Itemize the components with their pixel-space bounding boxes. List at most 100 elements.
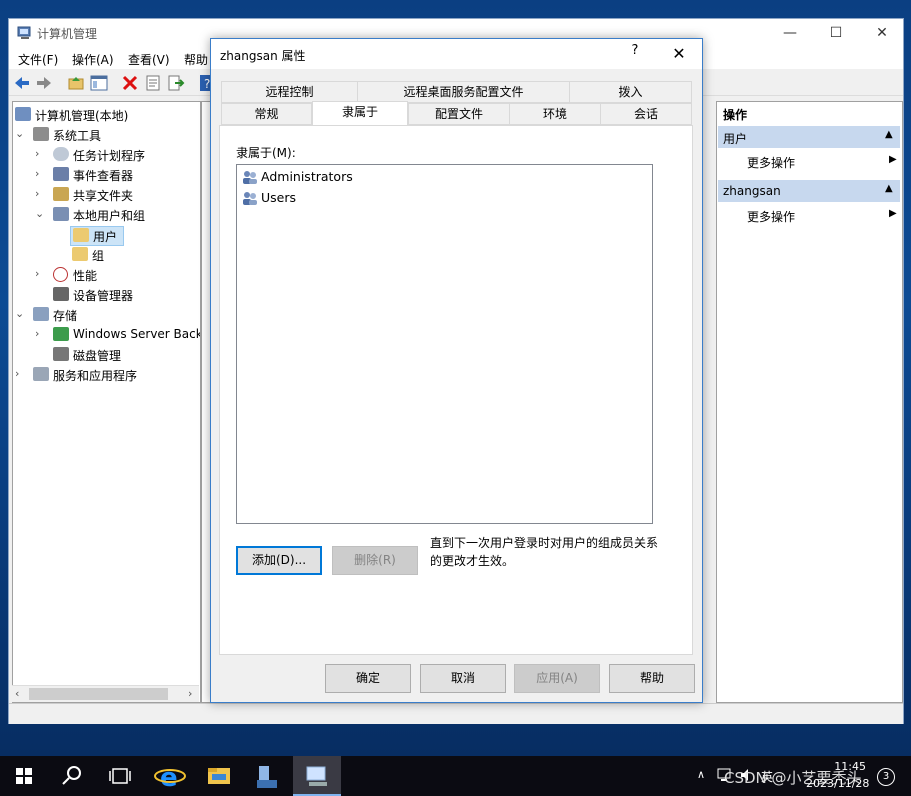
action-group-zhangsan[interactable]: zhangsan ▲ (718, 180, 900, 202)
tab-dial-in[interactable]: 拨入 (569, 81, 692, 103)
actions-header-label: 操作 (723, 108, 748, 122)
tree-label: 本地用户和组 (73, 209, 146, 223)
tree-label: 组 (92, 249, 105, 263)
action-group-users[interactable]: 用户 ▲ (718, 126, 900, 148)
tree-node-shared-folders[interactable]: › 共享文件夹 (35, 186, 200, 204)
clock[interactable]: 11:45 2023/11/28 (806, 758, 869, 792)
device-manager-icon (53, 287, 69, 301)
menu-view[interactable]: 查看(V) (128, 51, 170, 68)
tree-node-performance[interactable]: › 性能 (35, 266, 200, 284)
tree-node-event-viewer[interactable]: › 事件查看器 (35, 166, 200, 184)
svg-text:e: e (160, 763, 178, 793)
up-folder-icon[interactable] (67, 74, 85, 92)
task-view-icon[interactable] (96, 756, 144, 796)
expand-chevron-icon[interactable]: › (35, 147, 47, 160)
computer-management-taskbar-icon[interactable] (293, 756, 341, 796)
close-icon[interactable]: ✕ (664, 41, 694, 67)
event-viewer-icon (53, 167, 69, 181)
scrollbar-thumb[interactable] (29, 688, 168, 700)
collapse-chevron-icon[interactable]: ⌄ (35, 207, 47, 220)
tree-node-task-scheduler[interactable]: › 任务计划程序 (35, 146, 200, 164)
membership-note: 直到下一次用户登录时对用户的组成员关系的更改才生效。 (430, 536, 659, 568)
close-button[interactable]: ✕ (859, 19, 905, 47)
tree-node-users[interactable]: 用户 (70, 226, 124, 246)
member-name: Users (261, 190, 297, 205)
tree-label: 存储 (53, 309, 78, 323)
scroll-left-icon[interactable]: ‹ (15, 687, 19, 700)
internet-explorer-icon[interactable]: e (146, 756, 194, 796)
tab-remote-control[interactable]: 远程控制 (221, 81, 358, 103)
expand-chevron-icon[interactable]: › (15, 367, 27, 380)
performance-icon (53, 267, 68, 282)
user-properties-dialog: zhangsan 属性 ? ✕ 远程控制 远程桌面服务配置文件 拨入 常规 隶属… (210, 38, 703, 703)
help-button[interactable]: ? (623, 43, 647, 65)
back-arrow-icon[interactable] (13, 74, 31, 92)
submenu-arrow-icon: ▶ (889, 154, 897, 165)
tree-node-computer-management[interactable]: 计算机管理(本地) (15, 106, 195, 124)
ok-button[interactable]: 确定 (325, 664, 411, 693)
tree-node-system-tools[interactable]: ⌄ 系统工具 (15, 126, 195, 144)
menu-action[interactable]: 操作(A) (72, 51, 114, 68)
status-bar (9, 703, 903, 724)
tree-node-groups[interactable]: 组 (72, 246, 132, 264)
tree-label: 用户 (93, 230, 118, 244)
menu-help[interactable]: 帮助 (184, 51, 208, 68)
show-hide-tree-icon[interactable] (90, 74, 108, 92)
dialog-help-button[interactable]: 帮助 (609, 664, 695, 693)
tab-member-of[interactable]: 隶属于 (312, 101, 408, 126)
expand-chevron-icon[interactable]: › (35, 327, 47, 340)
tools-icon (33, 127, 49, 141)
action-more-actions[interactable]: 更多操作 ▶ (747, 208, 897, 225)
tree-node-windows-server-backup[interactable]: › Windows Server Back (35, 326, 200, 344)
tree-node-storage[interactable]: ⌄ 存储 (15, 306, 195, 324)
scroll-right-icon[interactable]: › (188, 687, 192, 700)
maximize-button[interactable]: ☐ (813, 19, 859, 47)
expand-chevron-icon[interactable]: › (35, 187, 47, 200)
tray-chevron-icon[interactable]: ∧ (697, 768, 705, 781)
menu-file[interactable]: 文件(F) (18, 51, 58, 68)
tree-label: 事件查看器 (73, 169, 134, 183)
tree-node-disk-management[interactable]: 磁盘管理 (35, 346, 200, 364)
start-windows-icon[interactable] (0, 756, 48, 796)
collapse-chevron-icon[interactable]: ⌄ (15, 307, 27, 320)
console-tree: 计算机管理(本地) ⌄ 系统工具 › 任务计划程序 › 事件查看器 › 共享文件… (12, 101, 201, 703)
tab-profile[interactable]: 配置文件 (408, 103, 510, 125)
action-more-actions[interactable]: 更多操作 ▶ (747, 154, 897, 171)
group-icon (243, 171, 257, 184)
collapse-triangle-icon[interactable]: ▲ (885, 183, 893, 194)
cancel-button[interactable]: 取消 (420, 664, 506, 693)
server-manager-icon[interactable] (243, 756, 291, 796)
tab-rds-profile[interactable]: 远程桌面服务配置文件 (357, 81, 570, 103)
add-button[interactable]: 添加(D)... (236, 546, 322, 575)
remove-button[interactable]: 删除(R) (332, 546, 418, 575)
tree-horizontal-scrollbar[interactable]: ‹ › (12, 685, 199, 702)
actions-pane: 操作 用户 ▲ 更多操作 ▶ zhangsan ▲ 更多操作 ▶ (716, 101, 903, 703)
delete-icon[interactable] (121, 74, 139, 92)
tree-node-device-manager[interactable]: 设备管理器 (35, 286, 200, 304)
tree-node-services-apps[interactable]: › 服务和应用程序 (15, 366, 195, 384)
forward-arrow-icon[interactable] (35, 74, 53, 92)
tab-environment[interactable]: 环境 (509, 103, 601, 125)
tab-general[interactable]: 常规 (221, 103, 312, 125)
apply-button[interactable]: 应用(A) (514, 664, 600, 693)
search-icon[interactable] (48, 756, 96, 796)
minimize-button[interactable]: — (767, 19, 813, 47)
expand-chevron-icon[interactable]: › (35, 167, 47, 180)
export-list-icon[interactable] (167, 74, 185, 92)
clock-time: 11:45 (834, 760, 866, 773)
submenu-arrow-icon: ▶ (889, 208, 897, 219)
properties-icon[interactable] (144, 74, 162, 92)
tab-sessions[interactable]: 会话 (600, 103, 692, 125)
notification-badge[interactable]: 3 (877, 768, 895, 786)
group-icon (243, 192, 257, 205)
tree-label: 计算机管理(本地) (35, 109, 129, 123)
folder-icon (73, 228, 89, 242)
tree-node-local-users-groups[interactable]: ⌄ 本地用户和组 (35, 206, 200, 224)
storage-icon (33, 307, 49, 321)
member-of-list[interactable]: Administrators Users (236, 164, 653, 524)
dialog-titlebar[interactable]: zhangsan 属性 ? ✕ (211, 39, 702, 69)
collapse-chevron-icon[interactable]: ⌄ (15, 127, 27, 140)
collapse-triangle-icon[interactable]: ▲ (885, 129, 893, 140)
file-explorer-icon[interactable] (195, 756, 243, 796)
expand-chevron-icon[interactable]: › (35, 267, 47, 280)
